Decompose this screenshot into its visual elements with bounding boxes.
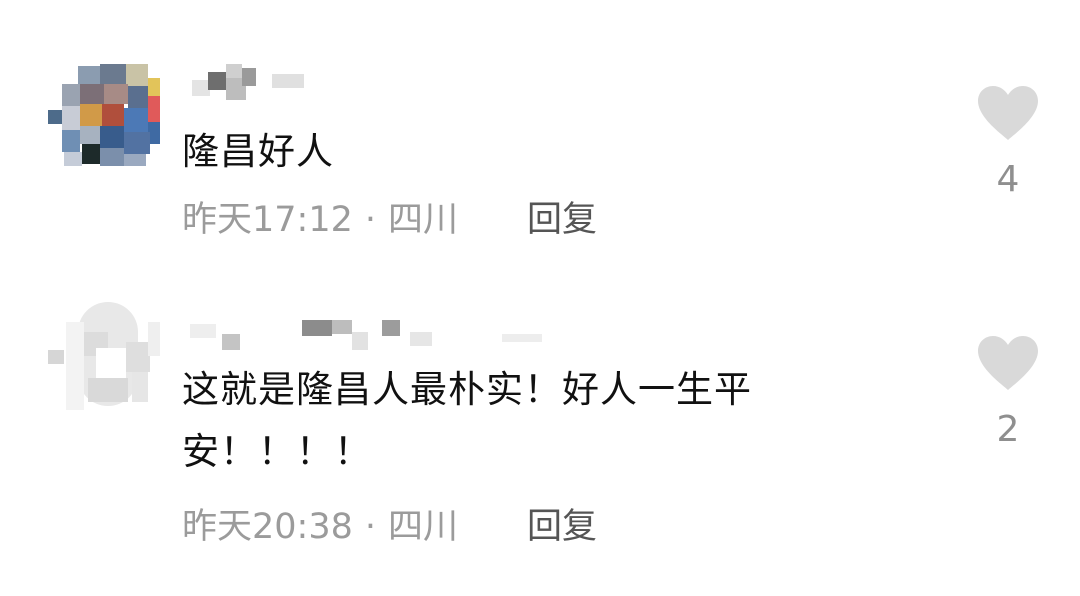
avatar[interactable] bbox=[48, 58, 160, 168]
heart-icon[interactable] bbox=[976, 84, 1040, 142]
meta-separator: · bbox=[364, 507, 377, 547]
username-blurred[interactable] bbox=[182, 62, 562, 102]
like-count: 2 bbox=[996, 409, 1020, 450]
like-control[interactable]: 2 bbox=[972, 334, 1044, 450]
reply-button[interactable]: 回复 bbox=[527, 505, 597, 549]
comment-item: 这就是隆昌人最朴实！好人一生平安！！！！ 昨天20:38 · 四川 回复 2 bbox=[0, 290, 1080, 596]
comment-meta: 昨天20:38 · 四川 回复 bbox=[182, 505, 597, 549]
like-control[interactable]: 4 bbox=[972, 84, 1044, 200]
username-blurred[interactable] bbox=[182, 318, 562, 358]
comment-location: 四川 bbox=[388, 200, 459, 240]
reply-button[interactable]: 回复 bbox=[527, 198, 597, 242]
comment-item: 隆昌好人 昨天17:12 · 四川 回复 4 bbox=[0, 0, 1080, 290]
meta-separator: · bbox=[364, 200, 377, 240]
comment-text: 这就是隆昌人最朴实！好人一生平安！！！！ bbox=[182, 368, 752, 473]
comment-text: 隆昌好人 bbox=[182, 130, 334, 173]
heart-icon[interactable] bbox=[976, 334, 1040, 392]
comment-location: 四川 bbox=[388, 507, 459, 547]
comment-time: 昨天20:38 bbox=[182, 507, 353, 547]
avatar[interactable] bbox=[48, 302, 160, 412]
like-count: 4 bbox=[996, 159, 1020, 200]
comment-meta: 昨天17:12 · 四川 回复 bbox=[182, 198, 597, 242]
comment-time: 昨天17:12 bbox=[182, 200, 353, 240]
